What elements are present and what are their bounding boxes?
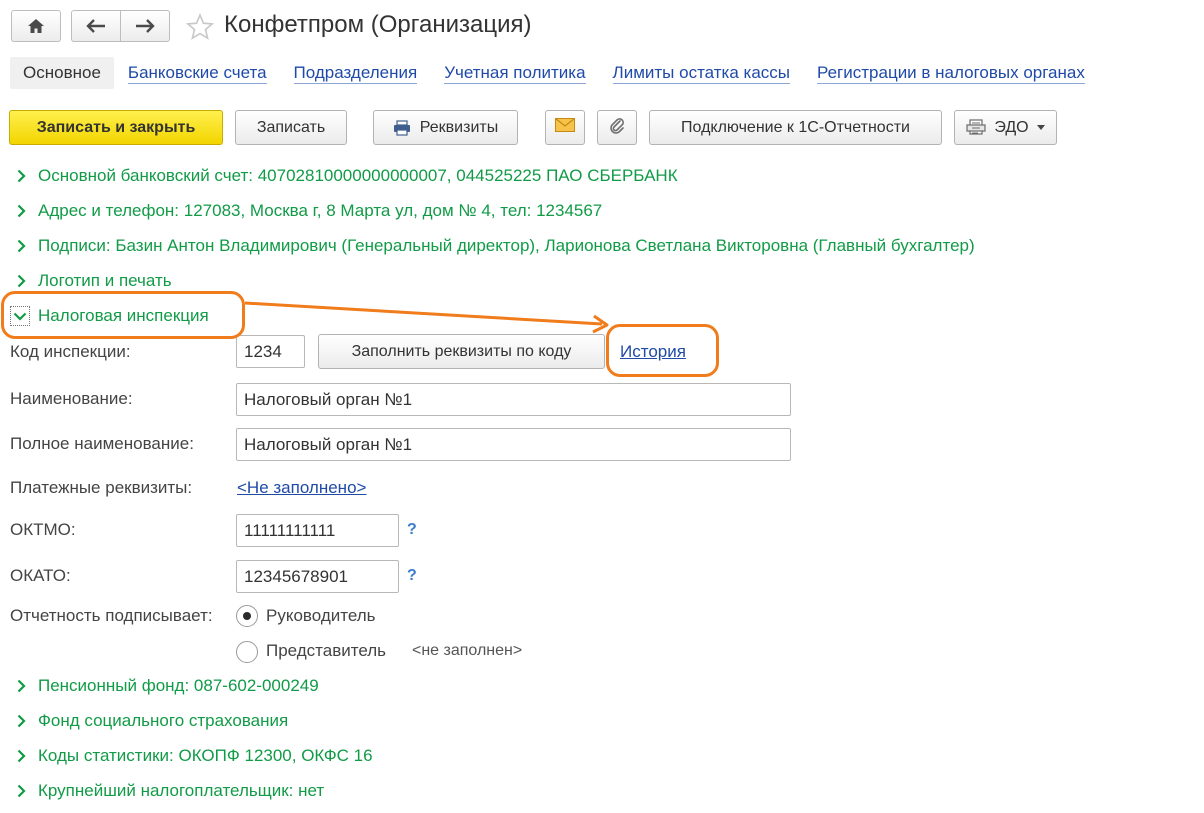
oktmo-help-icon[interactable]: ? bbox=[407, 521, 417, 539]
payment-requisites-label: Платежные реквизиты: bbox=[10, 478, 193, 497]
full-name-label: Полное наименование: bbox=[10, 434, 194, 453]
dropdown-arrow-icon bbox=[1036, 125, 1045, 130]
payment-requisites-link[interactable]: <Не заполнено> bbox=[237, 478, 366, 498]
history-link[interactable]: История bbox=[620, 342, 686, 362]
group-tax-office[interactable]: Налоговая инспекция bbox=[10, 304, 209, 328]
okato-field[interactable]: 12345678901 bbox=[236, 560, 399, 593]
save-label: Записать bbox=[256, 118, 326, 136]
chevron-down-icon bbox=[10, 306, 30, 326]
title-bar: Конфетпром (Организация) bbox=[0, 0, 1204, 52]
requisites-label: Реквизиты bbox=[419, 118, 499, 136]
printer-icon bbox=[393, 119, 411, 136]
email-button[interactable] bbox=[545, 110, 585, 145]
arrow-left-icon bbox=[86, 19, 106, 33]
name-field[interactable]: Налоговый орган №1 bbox=[236, 383, 791, 416]
group-stat-codes-label: Коды статистики: ОКОПФ 12300, ОКФС 16 bbox=[38, 746, 373, 765]
group-logo-label: Логотип и печать bbox=[38, 271, 172, 290]
radio-selected-dot bbox=[243, 612, 251, 620]
group-tax-office-label: Налоговая инспекция bbox=[38, 306, 209, 325]
paperclip-icon bbox=[609, 116, 625, 139]
home-button[interactable] bbox=[11, 10, 61, 42]
chevron-right-icon bbox=[14, 204, 28, 218]
group-address[interactable]: Адрес и телефон: 127083, Москва г, 8 Мар… bbox=[14, 199, 602, 223]
group-pension-fund-label: Пенсионный фонд: 087-602-000249 bbox=[38, 676, 319, 695]
arrow-right-icon bbox=[135, 19, 155, 33]
section-tabs: Основное Банковские счета Подразделения … bbox=[10, 55, 1112, 91]
save-and-close-label: Записать и закрыть bbox=[36, 118, 196, 136]
group-signatures-label: Подписи: Базин Антон Владимирович (Генер… bbox=[38, 236, 975, 255]
chevron-right-icon bbox=[14, 784, 28, 798]
group-social-fund-label: Фонд социального страхования bbox=[38, 711, 289, 730]
tab-divisions[interactable]: Подразделения bbox=[293, 63, 418, 84]
connect-reporting-button[interactable]: Подключение к 1С-Отчетности bbox=[649, 110, 942, 145]
group-bank-account[interactable]: Основной банковский счет: 40702810000000… bbox=[14, 164, 678, 188]
document-stack-icon bbox=[966, 118, 986, 137]
group-stat-codes[interactable]: Коды статистики: ОКОПФ 12300, ОКФС 16 bbox=[14, 744, 373, 768]
okato-label: ОКАТО: bbox=[10, 566, 71, 585]
save-and-close-button[interactable]: Записать и закрыть bbox=[9, 110, 223, 145]
group-large-taxpayer[interactable]: Крупнейший налогоплательщик: нет bbox=[14, 779, 324, 803]
name-label: Наименование: bbox=[10, 389, 133, 408]
home-icon bbox=[27, 18, 45, 34]
radio-director[interactable] bbox=[236, 605, 258, 627]
representative-value[interactable]: <не заполнен> bbox=[412, 642, 522, 660]
window-title: Конфетпром (Организация) bbox=[224, 11, 532, 38]
tab-bank-accounts[interactable]: Банковские счета bbox=[127, 63, 267, 84]
oktmo-label: ОКТМО: bbox=[10, 520, 76, 539]
oktmo-field[interactable]: 11111111111 bbox=[236, 514, 399, 547]
okato-help-icon[interactable]: ? bbox=[407, 567, 417, 585]
inspection-code-label: Код инспекции: bbox=[10, 342, 131, 361]
chevron-right-icon bbox=[14, 239, 28, 253]
connect-reporting-label: Подключение к 1С-Отчетности bbox=[681, 118, 910, 136]
tab-tax-registrations[interactable]: Регистрации в налоговых органах bbox=[817, 63, 1085, 84]
attach-button[interactable] bbox=[597, 110, 637, 145]
edo-label: ЭДО bbox=[994, 118, 1029, 136]
full-name-field[interactable]: Налоговый орган №1 bbox=[236, 428, 791, 461]
tab-accounting-policy[interactable]: Учетная политика bbox=[444, 63, 586, 84]
chevron-right-icon bbox=[14, 169, 28, 183]
tab-main[interactable]: Основное bbox=[10, 57, 114, 89]
signer-label: Отчетность подписывает: bbox=[10, 606, 213, 625]
requisites-button[interactable]: Реквизиты bbox=[373, 110, 518, 145]
chevron-right-icon bbox=[14, 749, 28, 763]
group-bank-account-label: Основной банковский счет: 40702810000000… bbox=[38, 166, 678, 185]
chevron-right-icon bbox=[14, 274, 28, 288]
forward-button[interactable] bbox=[120, 10, 170, 42]
inspection-code-field[interactable]: 1234 bbox=[236, 335, 305, 368]
back-button[interactable] bbox=[71, 10, 121, 42]
chevron-right-icon bbox=[14, 679, 28, 693]
radio-director-label: Руководитель bbox=[266, 606, 376, 625]
fill-by-code-label: Заполнить реквизиты по коду bbox=[351, 342, 572, 360]
edo-menu-button[interactable]: ЭДО bbox=[954, 110, 1057, 145]
fill-by-code-button[interactable]: Заполнить реквизиты по коду bbox=[318, 334, 605, 369]
group-large-taxpayer-label: Крупнейший налогоплательщик: нет bbox=[38, 781, 325, 800]
save-button[interactable]: Записать bbox=[235, 110, 347, 145]
radio-representative[interactable] bbox=[236, 641, 258, 663]
group-address-label: Адрес и телефон: 127083, Москва г, 8 Мар… bbox=[38, 201, 603, 220]
group-logo[interactable]: Логотип и печать bbox=[14, 269, 172, 293]
star-icon[interactable] bbox=[185, 12, 215, 45]
group-social-fund[interactable]: Фонд социального страхования bbox=[14, 709, 288, 733]
tab-cash-limits[interactable]: Лимиты остатка кассы bbox=[612, 63, 791, 84]
chevron-right-icon bbox=[14, 714, 28, 728]
envelope-icon bbox=[555, 118, 575, 137]
radio-representative-label: Представитель bbox=[266, 641, 387, 660]
group-signatures[interactable]: Подписи: Базин Антон Владимирович (Генер… bbox=[14, 234, 975, 258]
group-pension-fund[interactable]: Пенсионный фонд: 087-602-000249 bbox=[14, 674, 319, 698]
